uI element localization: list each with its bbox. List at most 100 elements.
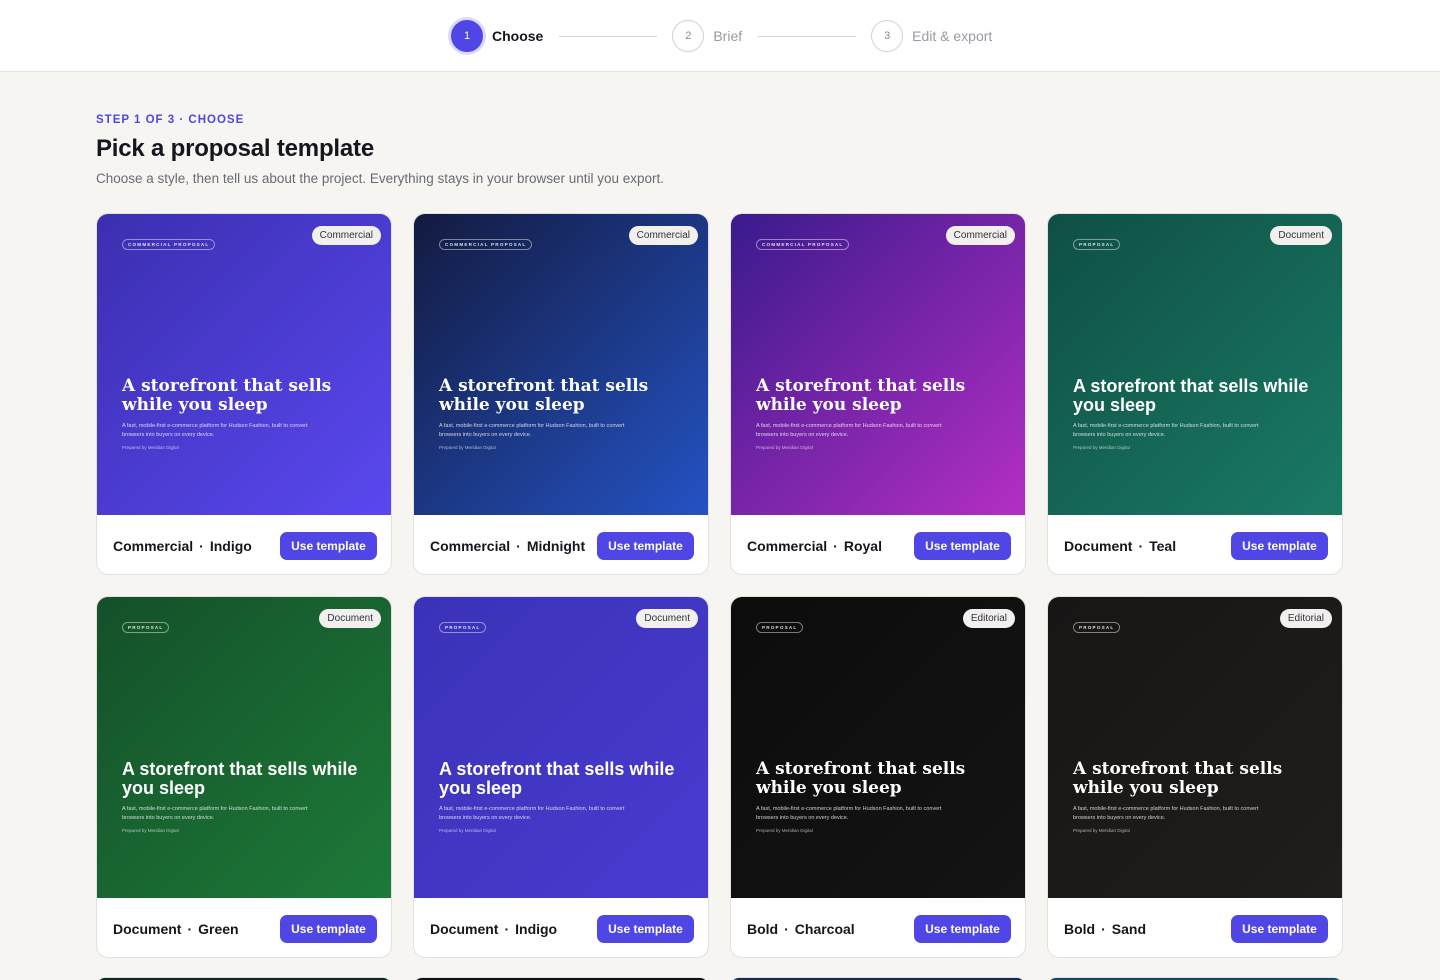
category-badge: Document xyxy=(1270,226,1332,245)
category-badge: Editorial xyxy=(1279,609,1332,628)
template-preview[interactable]: PROPOSAL Document A storefront that sell… xyxy=(1048,214,1342,515)
category-badge: Editorial xyxy=(962,609,1015,628)
preview-headline: A storefront that sells while you sleep xyxy=(1073,376,1309,415)
preview-blurb: A fast, mobile-first e-commerce platform… xyxy=(439,423,625,438)
template-variant: Indigo xyxy=(515,920,558,937)
card-footer: Bold · Sand Use template xyxy=(1048,898,1342,957)
preview-chip: PROPOSAL xyxy=(439,622,487,633)
preview-headline: A storefront that sells while you sleep xyxy=(1073,759,1283,798)
template-variant: Royal xyxy=(843,537,882,554)
step-number: 2 xyxy=(672,20,705,52)
preview-chip: PROPOSAL xyxy=(1073,239,1121,250)
use-template-button[interactable]: Use template xyxy=(914,531,1011,560)
template-card[interactable]: PROPOSAL Document A storefront that sell… xyxy=(96,596,392,958)
step-connector xyxy=(758,35,857,37)
template-variant: Charcoal xyxy=(794,920,855,937)
template-card[interactable]: PROPOSAL Document A storefront that sell… xyxy=(1047,213,1343,575)
template-family: Document xyxy=(113,920,182,937)
category-badge: Commercial xyxy=(311,226,381,245)
template-card[interactable]: PROPOSAL Editorial A storefront that sel… xyxy=(1047,596,1343,958)
template-card[interactable]: PROPOSAL Document A storefront that sell… xyxy=(413,596,709,958)
preview-prepared-by: Prepared by Meridian Digital xyxy=(1073,445,1130,450)
preview-prepared-by: Prepared by Meridian Digital xyxy=(1073,828,1130,833)
template-name: Document · Green xyxy=(113,921,239,937)
template-card[interactable]: COMMERCIAL PROPOSAL Commercial A storefr… xyxy=(730,213,1026,575)
template-variant: Green xyxy=(198,920,239,937)
preview-headline: A storefront that sells while you sleep xyxy=(756,376,966,415)
page-subtitle: Choose a style, then tell us about the p… xyxy=(96,171,665,186)
preview-prepared-by: Prepared by Meridian Digital xyxy=(756,828,813,833)
step-number: 1 xyxy=(451,20,483,52)
template-preview[interactable]: PROPOSAL Document A storefront that sell… xyxy=(414,597,708,898)
preview-blurb: A fast, mobile-first e-commerce platform… xyxy=(1073,806,1259,821)
separator-dot: · xyxy=(516,537,521,554)
step-connector xyxy=(559,35,658,37)
preview-prepared-by: Prepared by Meridian Digital xyxy=(756,445,813,450)
preview-blurb: A fast, mobile-first e-commerce platform… xyxy=(756,806,942,821)
template-card[interactable]: COMMERCIAL PROPOSAL Commercial A storefr… xyxy=(96,213,392,575)
template-grid: COMMERCIAL PROPOSAL Commercial A storefr… xyxy=(96,213,1344,958)
preview-chip: PROPOSAL xyxy=(1073,622,1121,633)
use-template-button[interactable]: Use template xyxy=(914,914,1011,943)
preview-headline: A storefront that sells while you sleep xyxy=(439,759,675,798)
template-card[interactable]: PROPOSAL Editorial A storefront that sel… xyxy=(730,596,1026,958)
preview-blurb: A fast, mobile-first e-commerce platform… xyxy=(122,423,308,438)
preview-headline: A storefront that sells while you sleep xyxy=(756,759,966,798)
preview-prepared-by: Prepared by Meridian Digital xyxy=(122,445,179,450)
preview-chip: PROPOSAL xyxy=(756,622,804,633)
preview-headline: A storefront that sells while you sleep xyxy=(439,376,649,415)
use-template-button[interactable]: Use template xyxy=(1231,531,1328,560)
template-preview[interactable]: PROPOSAL Editorial A storefront that sel… xyxy=(731,597,1025,898)
card-footer: Document · Teal Use template xyxy=(1048,515,1342,574)
template-preview[interactable]: PROPOSAL Editorial A storefront that sel… xyxy=(1048,597,1342,898)
template-preview[interactable]: COMMERCIAL PROPOSAL Commercial A storefr… xyxy=(414,214,708,515)
template-preview[interactable]: COMMERCIAL PROPOSAL Commercial A storefr… xyxy=(731,214,1025,515)
separator-dot: · xyxy=(187,920,193,937)
card-footer: Bold · Charcoal Use template xyxy=(731,898,1025,957)
template-name: Commercial · Royal xyxy=(747,538,882,554)
step-number: 3 xyxy=(871,20,904,52)
preview-blurb: A fast, mobile-first e-commerce platform… xyxy=(122,806,308,821)
template-name: Commercial · Midnight xyxy=(430,538,585,554)
card-footer: Commercial · Midnight Use template xyxy=(414,515,708,574)
card-footer: Commercial · Indigo Use template xyxy=(97,515,391,574)
separator-dot: · xyxy=(1101,920,1106,937)
use-template-button[interactable]: Use template xyxy=(280,914,377,943)
template-card[interactable]: COMMERCIAL PROPOSAL Commercial A storefr… xyxy=(413,213,709,575)
card-footer: Commercial · Royal Use template xyxy=(731,515,1025,574)
template-variant: Teal xyxy=(1149,537,1177,554)
page-title: Pick a proposal template xyxy=(96,135,374,162)
template-family: Bold xyxy=(747,920,779,937)
template-family: Document xyxy=(430,920,499,937)
step-choose[interactable]: 1 Choose xyxy=(451,20,543,52)
separator-dot: · xyxy=(199,537,204,554)
template-variant: Indigo xyxy=(209,537,252,554)
category-badge: Document xyxy=(319,609,381,628)
template-name: Bold · Charcoal xyxy=(747,921,855,937)
use-template-button[interactable]: Use template xyxy=(1231,914,1328,943)
use-template-button[interactable]: Use template xyxy=(280,531,377,560)
preview-chip: COMMERCIAL PROPOSAL xyxy=(122,239,216,250)
card-footer: Document · Indigo Use template xyxy=(414,898,708,957)
step-brief[interactable]: 2 Brief xyxy=(672,20,742,52)
template-name: Document · Indigo xyxy=(430,921,557,937)
separator-dot: · xyxy=(833,537,838,554)
preview-blurb: A fast, mobile-first e-commerce platform… xyxy=(439,806,625,821)
template-preview[interactable]: COMMERCIAL PROPOSAL Commercial A storefr… xyxy=(97,214,391,515)
preview-chip: COMMERCIAL PROPOSAL xyxy=(439,239,533,250)
use-template-button[interactable]: Use template xyxy=(597,914,694,943)
step-label: Choose xyxy=(492,28,544,44)
step-eyebrow: STEP 1 OF 3 · CHOOSE xyxy=(96,114,245,126)
preview-blurb: A fast, mobile-first e-commerce platform… xyxy=(756,423,942,438)
template-preview[interactable]: PROPOSAL Document A storefront that sell… xyxy=(97,597,391,898)
use-template-button[interactable]: Use template xyxy=(597,531,694,560)
category-badge: Commercial xyxy=(628,226,698,245)
preview-headline: A storefront that sells while you sleep xyxy=(122,759,358,798)
template-name: Commercial · Indigo xyxy=(113,538,252,554)
preview-prepared-by: Prepared by Meridian Digital xyxy=(439,445,496,450)
step-label: Brief xyxy=(713,28,743,44)
step-edit-export[interactable]: 3 Edit & export xyxy=(871,20,992,52)
preview-prepared-by: Prepared by Meridian Digital xyxy=(122,828,179,833)
template-name: Bold · Sand xyxy=(1064,921,1146,937)
preview-prepared-by: Prepared by Meridian Digital xyxy=(439,828,496,833)
